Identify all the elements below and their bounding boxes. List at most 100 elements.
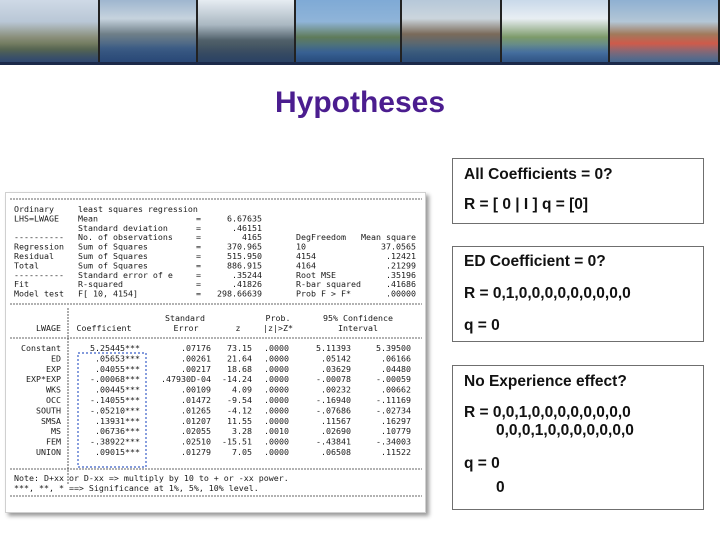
coefficient-value: -.00068*** — [90, 374, 140, 384]
standard-error-value: .01472 — [181, 395, 211, 405]
header-statistic: F[ 10, 4154] — [78, 289, 138, 299]
z-value: 18.68 — [227, 364, 252, 374]
coefficient-value: -.05210*** — [90, 405, 140, 415]
standard-error-value: .00217 — [181, 364, 211, 374]
z-value: -4.12 — [227, 405, 252, 415]
footnote: ***, **, * ==> Significance at 1%, 5%, 1… — [14, 483, 259, 493]
mountain-lake-photo — [296, 0, 402, 62]
variable-name: MS — [51, 426, 61, 436]
standard-error-value: .02510 — [181, 437, 211, 447]
variable-name: EXP — [46, 364, 61, 374]
flowers-lake-photo — [610, 0, 720, 62]
standard-error-value: .01265 — [181, 405, 211, 415]
ci-upper-value: .16297 — [381, 416, 411, 426]
header-label: LHS=LWAGE — [14, 213, 59, 223]
p-value: .0000 — [264, 374, 289, 384]
p-value: .0000 — [264, 447, 289, 457]
standard-error-value: .01279 — [181, 447, 211, 457]
variable-name: SMSA — [41, 416, 61, 426]
z-value: 7.05 — [232, 447, 252, 457]
hypothesis-question: ED Coefficient = 0? — [464, 253, 606, 270]
slide-title: Hypotheses — [274, 86, 446, 119]
restriction-vector-row-2: 0 — [496, 479, 505, 496]
footnote: Note: D+xx or D-xx => multiply by 10 to … — [14, 473, 289, 483]
tree-lake-photo — [198, 0, 296, 62]
regression-table: Ordinary least squares regressionLHS=LWAG… — [10, 198, 422, 497]
coefficient-value: .09015*** — [95, 447, 140, 457]
variable-name: EXP*EXP — [26, 374, 61, 384]
lakeside-town-photo — [100, 0, 198, 62]
z-value: -15.51 — [222, 437, 252, 447]
z-value: -9.54 — [227, 395, 252, 405]
hypothesis-question: All Coefficients = 0? — [464, 166, 613, 183]
p-value: .0000 — [264, 437, 289, 447]
header-value: 298.66639 — [217, 289, 262, 299]
ci-lower-value: -.16940 — [316, 395, 351, 405]
restriction-matrix: R = [ 0 | I ] q = [0] — [464, 196, 589, 213]
variable-name: Constant — [21, 343, 61, 353]
standard-error-value: .00261 — [181, 353, 211, 363]
variable-name: UNION — [36, 447, 61, 457]
ci-lower-value: 5.11393 — [316, 343, 351, 353]
z-value: 4.09 — [232, 385, 252, 395]
lake-town-photo — [0, 0, 100, 62]
column-header-top: Prob. — [266, 313, 291, 323]
z-value: 21.64 — [227, 353, 252, 363]
coefficient-value: .04055*** — [95, 364, 140, 374]
standard-error-value: .07176 — [181, 343, 211, 353]
z-value: 3.28 — [232, 426, 252, 436]
ci-lower-value: -.00078 — [316, 374, 351, 384]
hypothesis-question: No Experience effect? — [464, 373, 627, 390]
hypothesis-box-ed-coefficient: ED Coefficient = 0? R = 0,1,0,0,0,0,0,0,… — [452, 246, 704, 342]
p-value: .0000 — [264, 364, 289, 374]
restriction-matrix-row-1: R = 0,0,1,0,0,0,0,0,0,0,0 — [464, 404, 631, 421]
ci-upper-value: .04480 — [381, 364, 411, 374]
photo-banner — [0, 0, 720, 62]
p-value: .0010 — [264, 426, 289, 436]
restriction-vector: q = 0 — [464, 317, 500, 334]
header-label: Model test — [14, 289, 64, 299]
variable-name: SOUTH — [36, 405, 61, 415]
z-value: -14.24 — [222, 374, 252, 384]
p-value: .0000 — [264, 353, 289, 363]
coefficient-value: .06736*** — [95, 426, 140, 436]
column-header: |z|>Z* — [263, 323, 293, 333]
coefficient-value: .13931*** — [95, 416, 140, 426]
column-header-top: Standard — [165, 313, 205, 323]
ci-lower-value: .06508 — [321, 447, 351, 457]
hypothesis-box-all-coefficients: All Coefficients = 0? R = [ 0 | I ] q = … — [452, 158, 704, 224]
ci-upper-value: .00662 — [381, 385, 411, 395]
z-value: 11.55 — [227, 416, 252, 426]
p-value: .0000 — [264, 416, 289, 426]
ci-lower-value: -.43841 — [316, 437, 351, 447]
ci-lower-value: .05142 — [321, 353, 351, 363]
column-header: z — [236, 323, 241, 333]
coefficient-value: .05653*** — [95, 353, 140, 363]
ci-lower-value: .00232 — [321, 385, 351, 395]
coefficient-value: -.14055*** — [90, 395, 140, 405]
standard-error-value: .02055 — [181, 426, 211, 436]
ci-lower-value: .11567 — [321, 416, 351, 426]
p-value: .0000 — [264, 405, 289, 415]
column-header-top: 95% Confidence — [323, 313, 393, 323]
p-value: .0000 — [264, 385, 289, 395]
hypothesis-box-experience-effect: No Experience effect? R = 0,0,1,0,0,0,0,… — [452, 365, 704, 510]
column-header: LWAGE — [36, 323, 61, 333]
ci-upper-value: -.02734 — [376, 405, 411, 415]
ci-lower-value: .03629 — [321, 364, 351, 374]
variable-name: OCC — [46, 395, 61, 405]
coefficient-value: 5.25445*** — [90, 343, 140, 353]
ci-upper-value: -.34003 — [376, 437, 411, 447]
restriction-vector-row-1: q = 0 — [464, 455, 500, 472]
ci-upper-value: -.00059 — [376, 374, 411, 384]
header-equals: = — [196, 289, 201, 299]
z-value: 73.15 — [227, 343, 252, 353]
regression-output: Ordinary least squares regression LHS=LWAG… — [5, 192, 426, 513]
standard-error-value: .47930D-04 — [161, 374, 211, 384]
banner-divider — [0, 62, 720, 65]
ci-upper-value: 5.39500 — [376, 343, 411, 353]
standard-error-value: .00109 — [181, 385, 211, 395]
coefficient-value: .00445*** — [95, 385, 140, 395]
variable-name: FEM — [46, 437, 61, 447]
ci-upper-value: -.11169 — [376, 395, 411, 405]
